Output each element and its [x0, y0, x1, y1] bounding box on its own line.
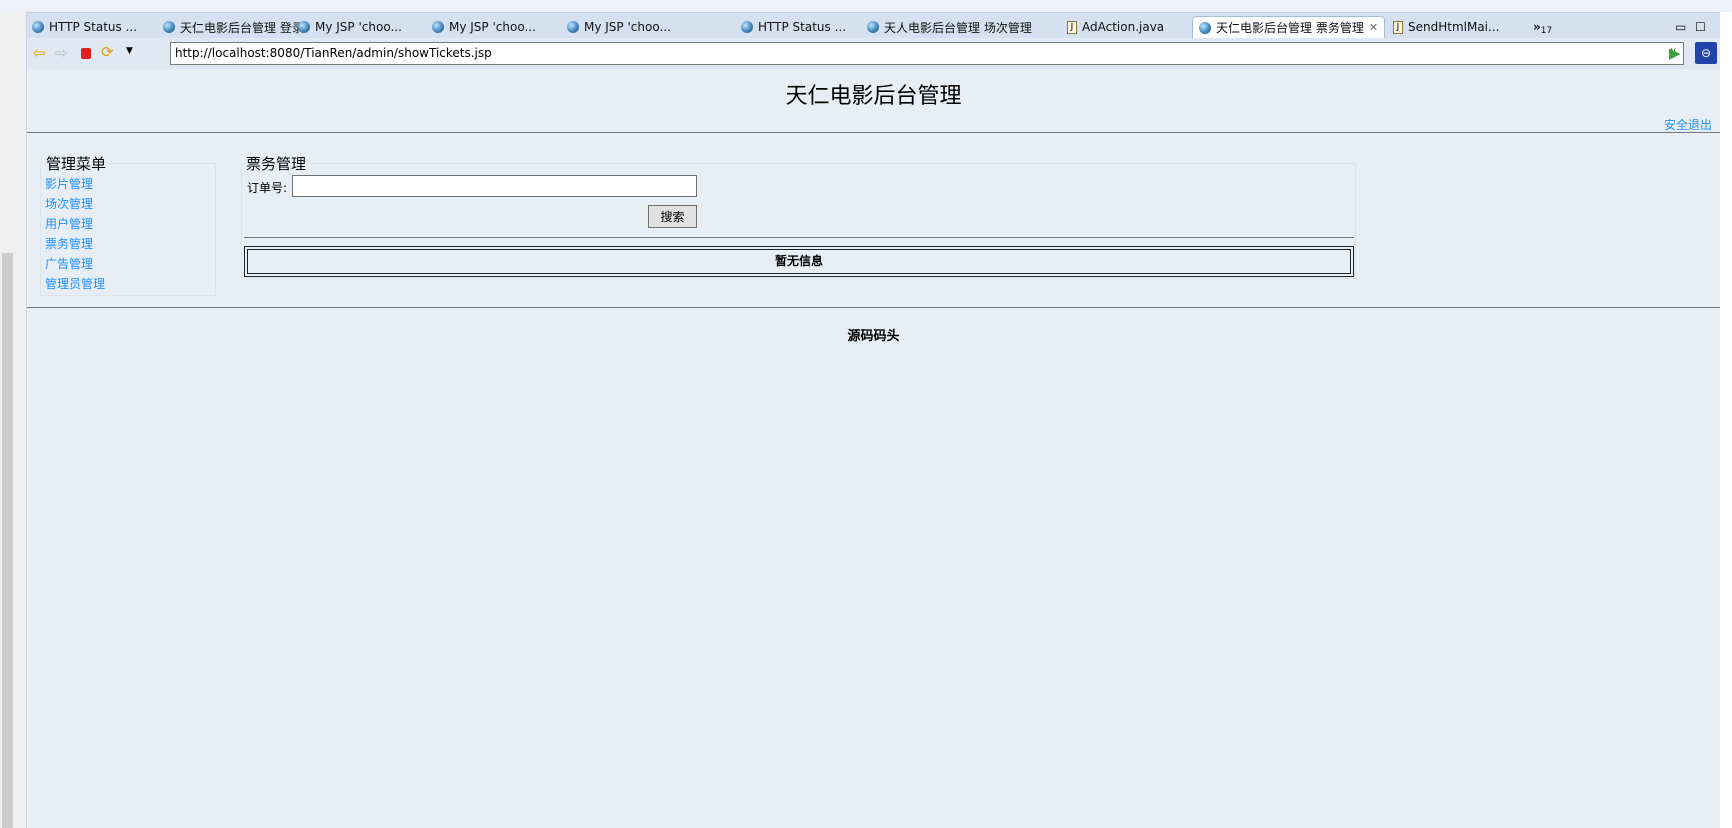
forward-icon[interactable]: ⇨: [55, 44, 68, 62]
browser-icon[interactable]: ⊖: [1695, 42, 1717, 64]
globe-icon: [163, 21, 175, 33]
tab[interactable]: My JSP 'choo...: [298, 16, 402, 38]
ide-toolbar-strip: [0, 0, 1732, 12]
right-edge: [1720, 12, 1732, 828]
editor-tab-bar: HTTP Status ... 天仁电影后台管理 登录 My JSP 'choo…: [27, 12, 1720, 38]
tab-label: 天人电影后台管理 场次管理: [884, 20, 1032, 35]
chevron-down-icon[interactable]: ▼: [126, 46, 133, 56]
order-label: 订单号:: [247, 181, 288, 195]
tab-active[interactable]: 天仁电影后台管理 票务管理 ✕: [1192, 16, 1386, 38]
side-scrollbar[interactable]: [2, 253, 13, 828]
tickets-table: 暂无信息: [244, 246, 1354, 277]
maximize-button[interactable]: ☐: [1695, 16, 1706, 38]
tab-label: AdAction.java: [1082, 20, 1165, 34]
tab[interactable]: 天仁电影后台管理 登录: [163, 16, 304, 38]
footer-text: 源码码头: [847, 329, 900, 344]
tab[interactable]: HTTP Status ...: [741, 16, 846, 38]
tab-label: 天仁电影后台管理 登录: [180, 20, 304, 35]
menu-panel: 管理菜单 影片管理 场次管理 用户管理 票务管理 广告管理 管理员管理: [40, 153, 216, 296]
address-toolbar: ⇦ ⇨ ⟳ ▼ http://localhost:8080/TianRen/ad…: [27, 38, 1720, 69]
url-input[interactable]: http://localhost:8080/TianRen/admin/show…: [170, 42, 1684, 65]
overflow-count: 17: [1540, 26, 1553, 36]
tab-label: HTTP Status ...: [758, 20, 847, 34]
refresh-icon[interactable]: ⟳: [101, 43, 114, 61]
menu-item-users[interactable]: 用户管理: [44, 214, 215, 234]
globe-icon: [567, 21, 579, 33]
search-button[interactable]: 搜索: [648, 205, 697, 228]
order-number-input[interactable]: [292, 175, 697, 197]
tab[interactable]: J AdAction.java: [1067, 16, 1164, 38]
url-text: http://localhost:8080/TianRen/admin/show…: [175, 46, 492, 60]
menu-item-admins[interactable]: 管理员管理: [44, 274, 215, 294]
page-title: 天仁电影后台管理: [785, 84, 962, 109]
globe-icon: [867, 21, 879, 33]
tab[interactable]: 天人电影后台管理 场次管理: [867, 16, 1032, 38]
go-icon[interactable]: ▶: [1669, 44, 1681, 62]
tab[interactable]: My JSP 'choo...: [432, 16, 536, 38]
menu-item-tickets[interactable]: 票务管理: [44, 234, 215, 254]
menu-legend: 管理菜单: [46, 155, 107, 173]
tab-label: My JSP 'choo...: [449, 20, 536, 34]
logout-link[interactable]: 安全退出: [1664, 116, 1712, 133]
stop-icon[interactable]: [81, 48, 91, 59]
tab[interactable]: J SendHtmlMai...: [1393, 16, 1499, 38]
globe-icon: [741, 21, 753, 33]
menu-item-films[interactable]: 影片管理: [44, 174, 215, 194]
tab-label: My JSP 'choo...: [315, 20, 402, 34]
close-icon[interactable]: ✕: [1369, 21, 1378, 34]
tab[interactable]: HTTP Status ...: [32, 16, 137, 38]
overflow-icon: »: [1533, 20, 1541, 34]
menu-item-ads[interactable]: 广告管理: [44, 254, 215, 274]
tab-label: HTTP Status ...: [49, 20, 138, 34]
globe-icon: [298, 21, 310, 33]
tickets-legend: 票务管理: [246, 155, 307, 173]
java-file-icon: J: [1393, 20, 1403, 34]
globe-icon: [432, 21, 444, 33]
page-content: 天仁电影后台管理 安全退出 管理菜单 影片管理 场次管理 用户管理 票务管理 广…: [27, 69, 1720, 828]
tab-label: My JSP 'choo...: [584, 20, 671, 34]
tab[interactable]: My JSP 'choo...: [567, 16, 671, 38]
back-icon[interactable]: ⇦: [33, 44, 46, 62]
tab-overflow[interactable]: » 17: [1533, 16, 1552, 38]
empty-message: 暂无信息: [247, 249, 1351, 274]
minimize-button[interactable]: ▭: [1675, 16, 1686, 38]
menu-item-sessions[interactable]: 场次管理: [44, 194, 215, 214]
tab-label: 天仁电影后台管理 票务管理: [1216, 21, 1364, 35]
tab-label: SendHtmlMai...: [1408, 20, 1500, 34]
java-file-icon: J: [1067, 20, 1077, 34]
globe-icon: [32, 21, 44, 33]
globe-icon: [1199, 21, 1211, 34]
